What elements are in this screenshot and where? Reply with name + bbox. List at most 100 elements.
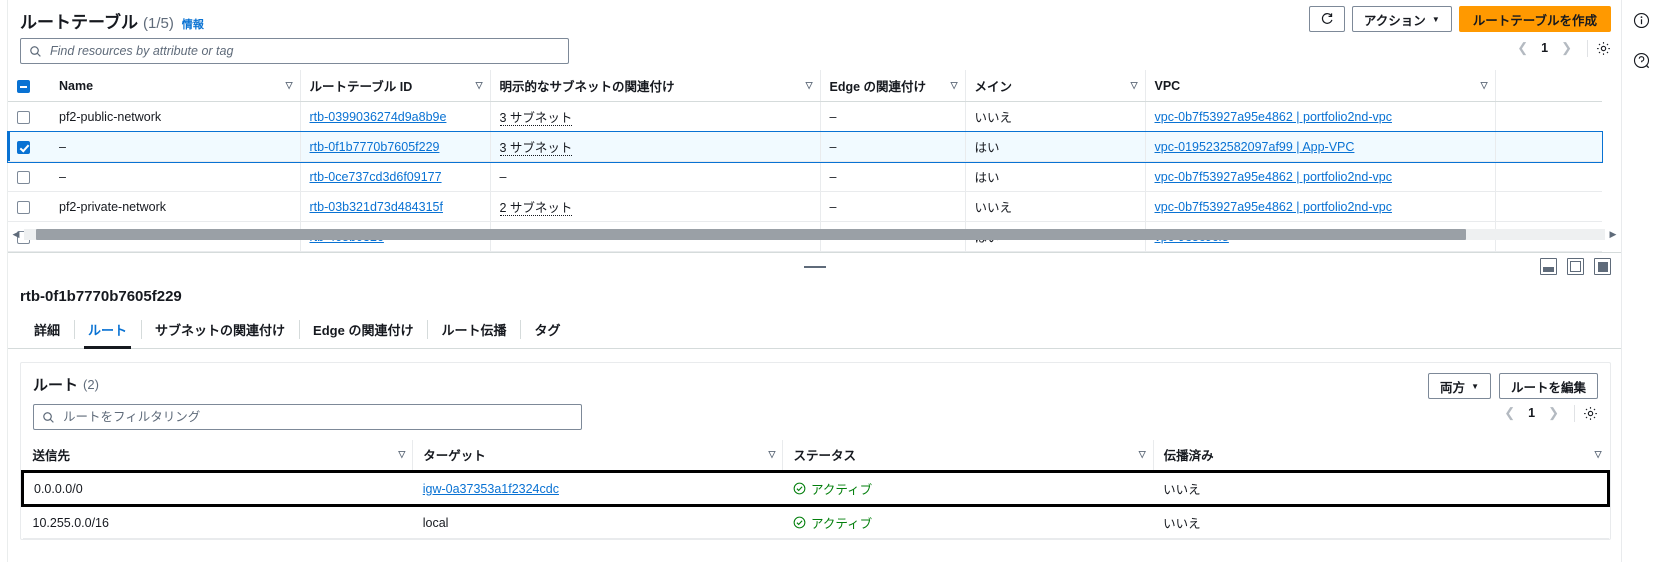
table-row[interactable]: pf2-private-network rtb-03b321d73d484315f… xyxy=(8,191,1602,222)
table-row[interactable]: pf2-public-network rtb-0399036274d9a8b9e 3… xyxy=(8,101,1602,132)
route-row[interactable]: 0.0.0.0/0 igw-0a37353a1f2324cdc アクティブ いいえ xyxy=(20,470,1611,507)
column-header-edge-association[interactable]: Edge の関連付け ▽ xyxy=(819,70,965,102)
cell-vpc: vpc-0b7f53927a95e4862 | portfolio2nd-vpc xyxy=(1144,101,1495,132)
tab-2[interactable]: サブネットの関連付け xyxy=(141,313,299,348)
chevron-down-icon: ▼ xyxy=(1431,14,1440,24)
tab-3[interactable]: Edge の関連付け xyxy=(299,313,427,348)
cell-name: – xyxy=(50,161,300,192)
route-target-link[interactable]: igw-0a37353a1f2324cdc xyxy=(423,482,559,496)
info-circle-icon[interactable] xyxy=(1630,8,1654,32)
routes-panel-title: ルート xyxy=(33,377,79,394)
routes-pagination: ❮ 1 ❯ xyxy=(1497,403,1598,423)
routes-panel-head: ルート (2) xyxy=(21,363,1610,395)
cell-vpc-link[interactable]: vpc-0195232582097af99 | App-VPC xyxy=(1155,140,1355,154)
search-input[interactable] xyxy=(48,43,560,59)
panel-splitter[interactable] xyxy=(8,252,1621,280)
splitter-handle[interactable] xyxy=(803,265,826,268)
cell-subnet-association-link[interactable]: 3 サブネット xyxy=(499,111,573,126)
search-box[interactable] xyxy=(20,38,569,64)
cell-name: pf2-private-network xyxy=(50,191,300,222)
column-header-name[interactable]: Name ▽ xyxy=(50,70,300,102)
cell-route-table-id-link[interactable]: rtb-0ce737cd3d6f09177 xyxy=(310,170,442,184)
split-side-view-button[interactable] xyxy=(1567,258,1584,275)
column-label-edge-association: Edge の関連付け xyxy=(829,80,927,94)
route-filter-select[interactable]: 両方 ▼ xyxy=(1428,373,1491,399)
select-all-checkbox[interactable] xyxy=(17,79,30,93)
cell-main: はい xyxy=(964,131,1145,162)
cell-vpc-link[interactable]: vpc-0b7f53927a95e4862 | portfolio2nd-vpc xyxy=(1155,110,1392,124)
info-link[interactable]: 情報 xyxy=(182,16,204,32)
column-header-route-table-id[interactable]: ルートテーブル ID ▽ xyxy=(299,70,490,102)
routes-panel: ルート (2) 両方 ▼ ルートを編集 ❮ 1 ❯ ルートをフィルタリング 送信… xyxy=(20,362,1611,540)
cell-route-table-id-link[interactable]: rtb-03b321d73d484315f xyxy=(310,200,443,214)
split-bottom-view-button[interactable] xyxy=(1540,258,1557,275)
detail-tabs: 詳細 ルート サブネットの関連付け Edge の関連付け ルート伝播 タグ xyxy=(8,313,1621,349)
route-tables-table: Name ▽ ルートテーブル ID ▽ 明示的なサブネットの関連付け ▽ Edg… xyxy=(7,70,1603,252)
cell-route-table-id: rtb-03b321d73d484315f xyxy=(299,191,490,222)
tab-0[interactable]: 詳細 xyxy=(20,313,74,348)
cell-vpc-link[interactable]: vpc-0b7f53927a95e4862 | portfolio2nd-vpc xyxy=(1155,200,1392,214)
column-header-vpc[interactable]: VPC ▽ xyxy=(1144,70,1495,102)
scroll-left-arrow[interactable]: ◀ xyxy=(8,229,24,240)
column-label-vpc: VPC xyxy=(1154,78,1181,93)
cell-vpc-link[interactable]: vpc-0b7f53927a95e4862 | portfolio2nd-vpc xyxy=(1155,170,1392,184)
current-page-number[interactable]: 1 xyxy=(1537,41,1552,55)
cell-route-table-id-link[interactable]: rtb-0f1b7770b7605f229 xyxy=(310,140,440,154)
gear-icon xyxy=(1584,406,1597,420)
cell-main: はい xyxy=(964,161,1145,192)
status-label: アクティブ xyxy=(810,483,873,497)
cell-subnet-association-link[interactable]: 2 サブネット xyxy=(499,201,573,216)
routes-column-header-propagated[interactable]: 伝播済み ▽ xyxy=(1152,440,1609,472)
tab-4[interactable]: ルート伝播 xyxy=(427,313,520,348)
edit-routes-button[interactable]: ルートを編集 xyxy=(1498,373,1598,399)
routes-filter-box[interactable] xyxy=(33,404,582,430)
next-page-button[interactable]: ❯ xyxy=(1554,38,1579,58)
detail-panel: rtb-0f1b7770b7605f229 詳細 ルート サブネットの関連付け Edg… xyxy=(8,280,1621,540)
row-select-cell xyxy=(8,131,50,162)
row-checkbox[interactable] xyxy=(17,200,30,214)
route-row[interactable]: 10.255.0.0/16 local アクティブ いいえ xyxy=(22,505,1609,539)
scroll-right-arrow[interactable]: ▶ xyxy=(1605,229,1621,240)
scrollbar-thumb[interactable] xyxy=(36,228,1466,240)
prev-page-button[interactable]: ❮ xyxy=(1510,38,1535,58)
routes-table: 送信先 ▽ ターゲット ▽ ステータス ▽ 伝播済み ▽ 0.0.0.0/0 i… xyxy=(20,440,1611,539)
routes-column-label-target: ターゲット xyxy=(423,449,486,463)
routes-next-page-button[interactable]: ❯ xyxy=(1541,403,1566,423)
tab-5[interactable]: タグ xyxy=(520,313,574,348)
create-route-table-button[interactable]: ルートテーブルを作成 xyxy=(1458,6,1611,32)
routes-column-header-target[interactable]: ターゲット ▽ xyxy=(412,440,783,472)
table-row[interactable]: – rtb-0ce737cd3d6f09177– – はい vpc-0b7f53927a… xyxy=(8,161,1602,192)
check-circle-icon xyxy=(793,516,806,529)
routes-settings-button[interactable] xyxy=(1583,406,1598,421)
actions-dropdown-button[interactable]: アクション ▼ xyxy=(1351,6,1452,32)
routes-prev-page-button[interactable]: ❮ xyxy=(1497,403,1522,423)
routes-column-label-destination: 送信先 xyxy=(32,449,71,463)
scrollbar-track[interactable] xyxy=(24,228,1605,240)
cell-overflow xyxy=(1494,131,1602,162)
row-checkbox[interactable] xyxy=(17,110,30,124)
routes-current-page-number[interactable]: 1 xyxy=(1524,406,1539,420)
refresh-button[interactable] xyxy=(1308,6,1345,32)
column-header-subnet-association[interactable]: 明示的なサブネットの関連付け ▽ xyxy=(489,70,820,102)
sort-icon: ▽ xyxy=(285,80,293,90)
column-header-main[interactable]: メイン ▽ xyxy=(964,70,1145,102)
support-icon[interactable] xyxy=(1630,48,1654,72)
refresh-icon xyxy=(1321,13,1333,24)
tab-1[interactable]: ルート xyxy=(74,313,141,349)
cell-subnet-association: 3 サブネット xyxy=(489,101,820,132)
table-row[interactable]: – rtb-0f1b7770b7605f229 3 サブネット – はい vpc-0195… xyxy=(7,130,1603,163)
routes-column-header-status[interactable]: ステータス ▽ xyxy=(782,440,1154,472)
routes-column-header-destination[interactable]: 送信先 ▽ xyxy=(22,440,413,472)
cell-route-table-id-link[interactable]: rtb-0399036274d9a8b9e xyxy=(310,110,447,124)
row-checkbox[interactable] xyxy=(17,170,30,184)
row-checkbox[interactable] xyxy=(17,140,30,154)
column-label-main: メイン xyxy=(974,80,1013,94)
horizontal-scrollbar[interactable]: ◀ ▶ xyxy=(8,226,1621,242)
table-settings-button[interactable] xyxy=(1596,41,1611,56)
routes-header-row: 送信先 ▽ ターゲット ▽ ステータス ▽ 伝播済み ▽ xyxy=(22,440,1609,472)
full-view-button[interactable] xyxy=(1594,258,1611,275)
cell-overflow xyxy=(1494,161,1602,192)
routes-panel-actions: 両方 ▼ ルートを編集 xyxy=(1428,373,1598,399)
cell-subnet-association-link[interactable]: 3 サブネット xyxy=(499,141,573,156)
routes-filter-input[interactable] xyxy=(61,409,573,425)
